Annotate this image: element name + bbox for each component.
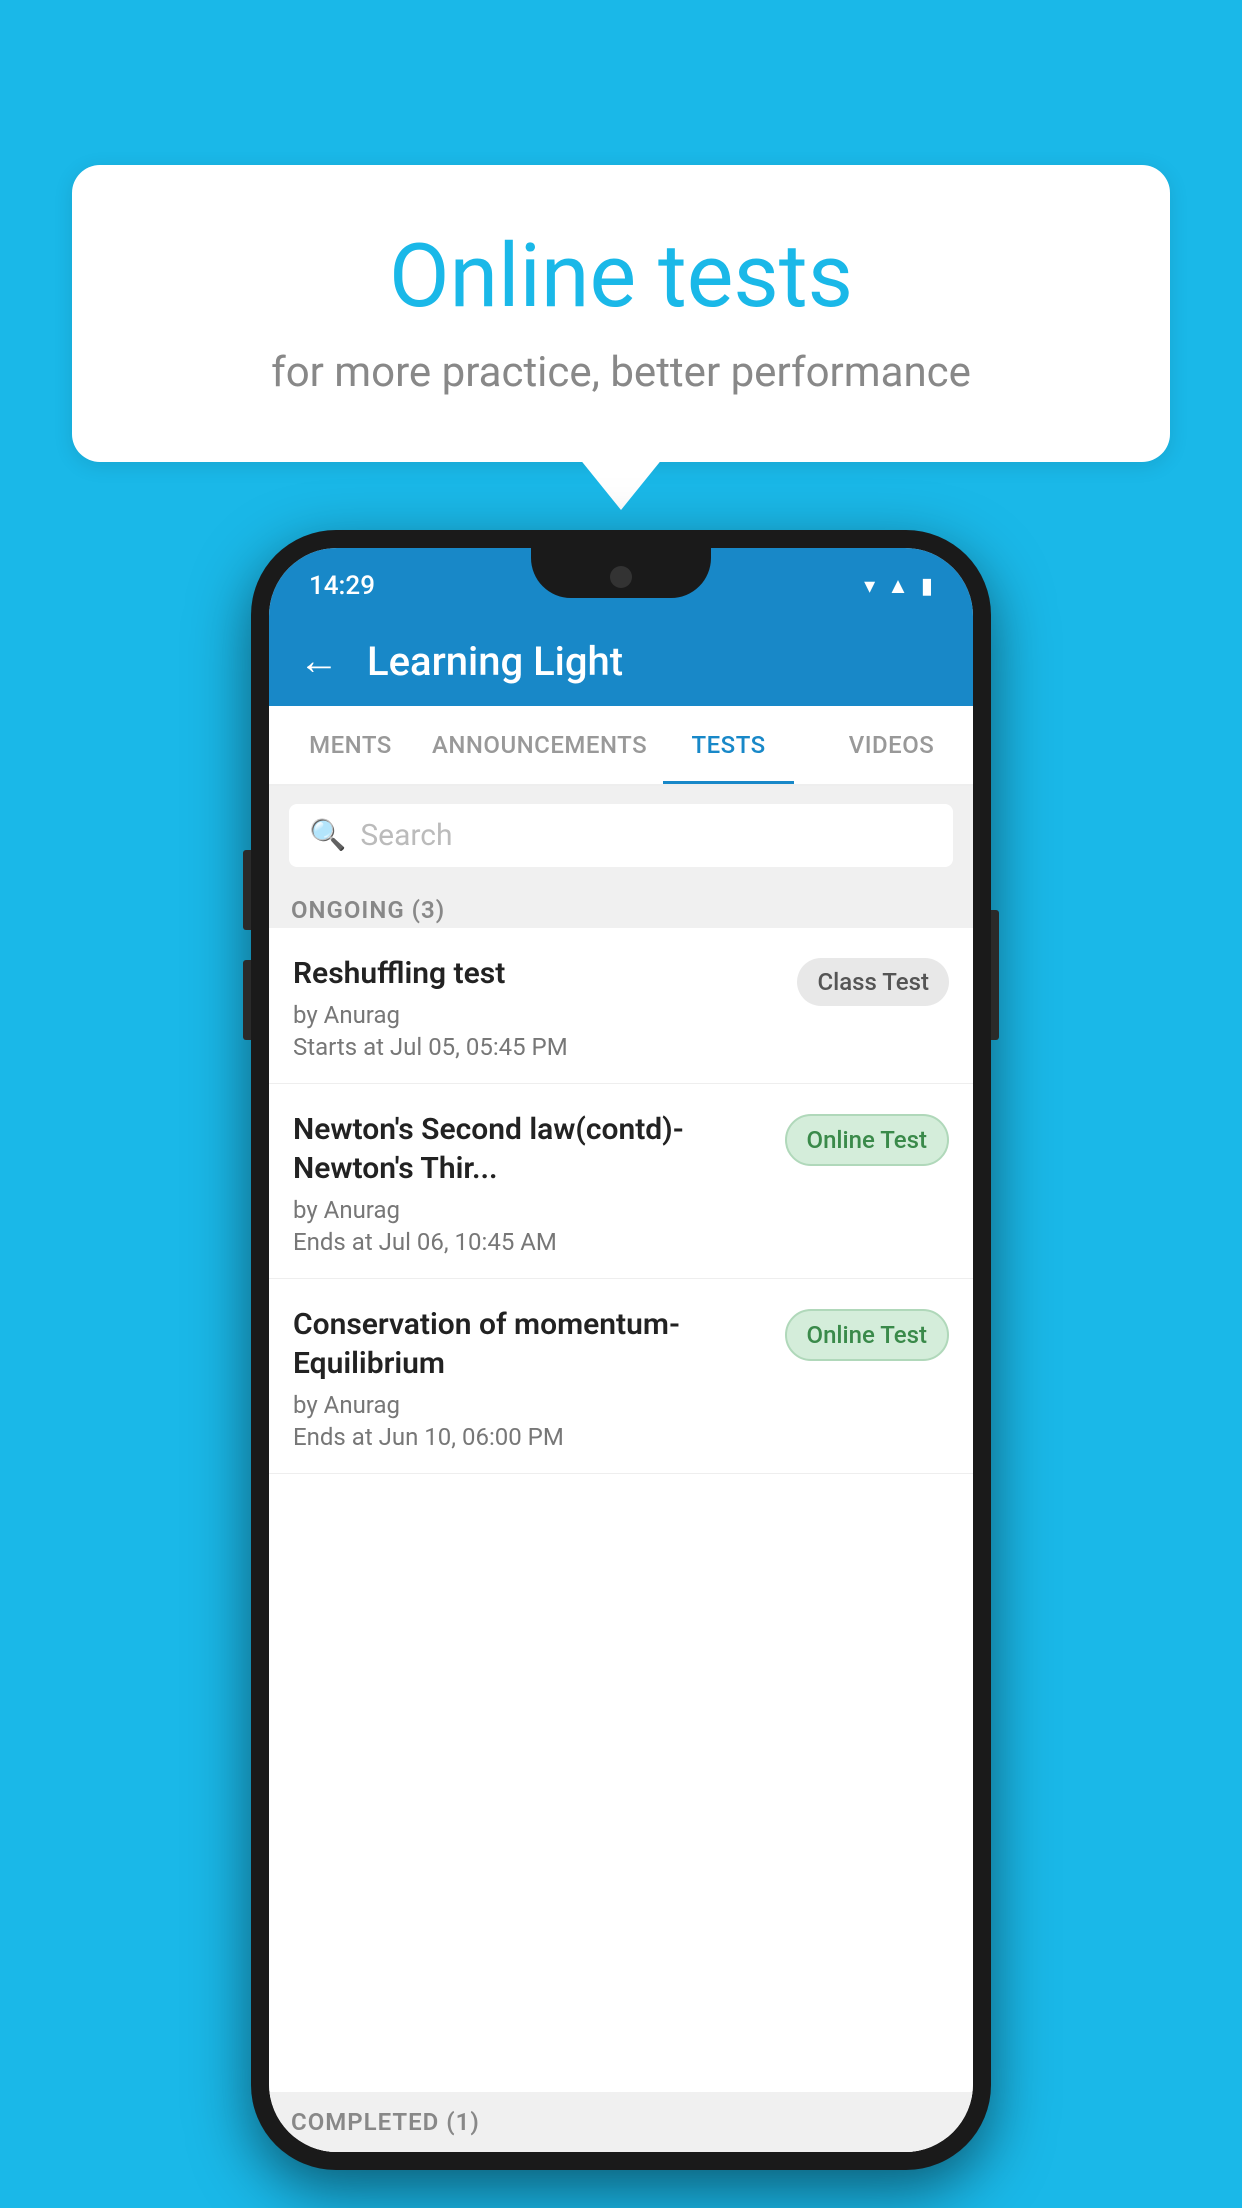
battery-icon: ▮ (921, 574, 933, 599)
volume-up-button (243, 850, 251, 930)
test-name: Reshuffling test (293, 954, 781, 993)
search-input-wrap[interactable]: 🔍 Search (289, 804, 953, 867)
test-author: by Anurag (293, 1196, 769, 1224)
test-item[interactable]: Conservation of momentum-Equilibrium by … (269, 1279, 973, 1474)
tab-videos[interactable]: VIDEOS (810, 706, 973, 784)
status-icons: ▾ ▲ ▮ (864, 565, 933, 599)
bubble-subtitle: for more practice, better performance (152, 348, 1090, 397)
test-badge-online: Online Test (785, 1309, 949, 1361)
speech-bubble: Online tests for more practice, better p… (72, 165, 1170, 462)
test-date: Ends at Jun 10, 06:00 PM (293, 1423, 769, 1451)
app-header: ← Learning Light (269, 616, 973, 706)
test-item-content: Newton's Second law(contd)-Newton's Thir… (293, 1110, 785, 1256)
test-date: Ends at Jul 06, 10:45 AM (293, 1228, 769, 1256)
tab-announcements[interactable]: ANNOUNCEMENTS (432, 706, 647, 784)
test-item-content: Conservation of momentum-Equilibrium by … (293, 1305, 785, 1451)
test-author: by Anurag (293, 1391, 769, 1419)
test-badge-class: Class Test (797, 958, 949, 1006)
camera-icon (610, 566, 632, 588)
tab-assignments[interactable]: MENTS (269, 706, 432, 784)
search-icon: 🔍 (309, 818, 346, 853)
completed-section-label: COMPLETED (1) (269, 2092, 973, 2152)
wifi-icon: ▾ (864, 574, 875, 599)
tab-bar: MENTS ANNOUNCEMENTS TESTS VIDEOS (269, 706, 973, 786)
phone-screen: 14:29 ▾ ▲ ▮ ← Learning Light MENTS ANNOU… (269, 548, 973, 2152)
power-button (991, 910, 999, 1040)
search-placeholder: Search (360, 818, 452, 853)
search-area: 🔍 Search (269, 786, 973, 885)
signal-icon: ▲ (887, 573, 909, 599)
test-badge-online: Online Test (785, 1114, 949, 1166)
app-title: Learning Light (367, 638, 623, 685)
back-button[interactable]: ← (299, 641, 339, 681)
test-item-content: Reshuffling test by Anurag Starts at Jul… (293, 954, 797, 1061)
test-item[interactable]: Reshuffling test by Anurag Starts at Jul… (269, 928, 973, 1084)
test-author: by Anurag (293, 1001, 781, 1029)
test-date: Starts at Jul 05, 05:45 PM (293, 1033, 781, 1061)
phone-device: 14:29 ▾ ▲ ▮ ← Learning Light MENTS ANNOU… (251, 530, 991, 2170)
test-name: Conservation of momentum-Equilibrium (293, 1305, 769, 1383)
status-time: 14:29 (309, 563, 375, 601)
tab-tests[interactable]: TESTS (647, 706, 810, 784)
bubble-title: Online tests (152, 225, 1090, 328)
test-item[interactable]: Newton's Second law(contd)-Newton's Thir… (269, 1084, 973, 1279)
test-list: Reshuffling test by Anurag Starts at Jul… (269, 928, 973, 2152)
phone-notch (531, 548, 711, 598)
volume-down-button (243, 960, 251, 1040)
test-name: Newton's Second law(contd)-Newton's Thir… (293, 1110, 769, 1188)
